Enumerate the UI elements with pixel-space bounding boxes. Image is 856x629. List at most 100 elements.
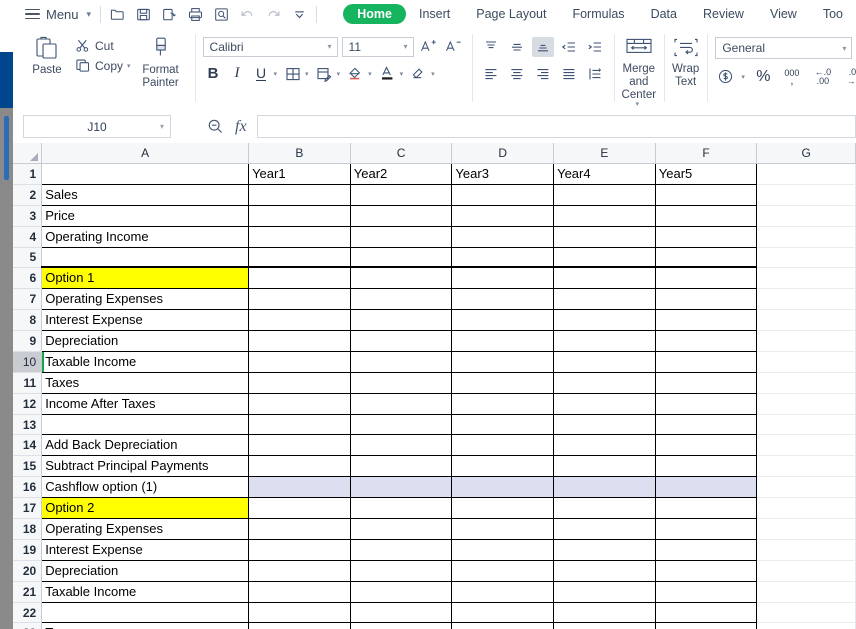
row-header-10[interactable]: 10	[13, 351, 43, 373]
chevron-down-icon[interactable]: ▾	[636, 100, 640, 108]
cell-F1[interactable]: Year5	[655, 163, 758, 185]
increase-indent-button[interactable]	[584, 37, 606, 57]
cell-D18[interactable]	[451, 518, 555, 540]
align-middle-button[interactable]	[506, 37, 528, 57]
cell-D23[interactable]	[451, 622, 555, 629]
cell-F5[interactable]	[655, 247, 758, 268]
cell-C14[interactable]	[350, 434, 453, 456]
column-header-B[interactable]: B	[248, 143, 351, 164]
cell-A9[interactable]: Depreciation	[41, 330, 250, 352]
cell-A1[interactable]	[41, 163, 250, 185]
spreadsheet-grid[interactable]: A B C D E F G 1 Year1 Year2 Year3 Year4 Year5…	[13, 143, 856, 629]
cell-B3[interactable]	[248, 205, 351, 227]
cell-F9[interactable]	[655, 330, 758, 352]
cell-G1[interactable]	[756, 163, 856, 185]
cell-B18[interactable]	[248, 518, 351, 540]
cell-E9[interactable]	[553, 330, 656, 352]
open-folder-icon[interactable]	[110, 7, 125, 22]
cell-B12[interactable]	[248, 393, 351, 415]
tab-insert[interactable]: Insert	[406, 7, 463, 21]
cell-E14[interactable]	[553, 434, 656, 456]
cell-B5[interactable]	[248, 247, 351, 268]
cell-D13[interactable]	[451, 414, 555, 435]
grow-font-button[interactable]	[418, 36, 439, 57]
cell-B21[interactable]	[248, 581, 351, 603]
cell-A13[interactable]	[41, 414, 250, 435]
cell-B10[interactable]	[248, 351, 351, 373]
column-header-C[interactable]: C	[350, 143, 453, 164]
justify-button[interactable]	[558, 64, 580, 84]
cell-A15[interactable]: Subtract Principal Payments	[41, 455, 250, 477]
cell-D9[interactable]	[451, 330, 555, 352]
cell-F20[interactable]	[655, 560, 758, 582]
cell-F7[interactable]	[655, 288, 758, 310]
cell-G23[interactable]	[756, 622, 856, 629]
cell-E13[interactable]	[553, 414, 656, 435]
cell-E3[interactable]	[553, 205, 656, 227]
cell-E2[interactable]	[553, 184, 656, 206]
shrink-font-button[interactable]	[443, 36, 464, 57]
cell-C3[interactable]	[350, 205, 453, 227]
chevron-down-icon[interactable]: ▾	[337, 70, 341, 78]
row-header-17[interactable]: 17	[13, 497, 43, 519]
tab-review[interactable]: Review	[690, 7, 757, 21]
cell-C13[interactable]	[350, 414, 453, 435]
orientation-button[interactable]	[584, 64, 606, 84]
cell-G10[interactable]	[756, 351, 856, 373]
cell-C22[interactable]	[350, 602, 453, 623]
cell-C6[interactable]	[350, 266, 453, 289]
cell-D1[interactable]: Year3	[451, 163, 555, 185]
row-header-8[interactable]: 8	[13, 309, 43, 331]
cell-D10[interactable]	[451, 351, 555, 373]
cell-G8[interactable]	[756, 309, 856, 331]
cell-E4[interactable]	[553, 226, 656, 248]
cell-G9[interactable]	[756, 330, 856, 352]
cell-E22[interactable]	[553, 602, 656, 623]
cell-D5[interactable]	[451, 247, 555, 268]
font-color-button[interactable]	[377, 63, 398, 84]
chevron-down-icon[interactable]: ▾	[431, 70, 435, 78]
cell-B16[interactable]	[248, 476, 351, 498]
cell-B14[interactable]	[248, 434, 351, 456]
cell-A16[interactable]: Cashflow option (1)	[41, 476, 250, 498]
cell-E15[interactable]	[553, 455, 656, 477]
cell-D21[interactable]	[451, 581, 555, 603]
font-family-select[interactable]: Calibri ▾	[202, 36, 338, 57]
formula-input[interactable]	[256, 115, 856, 138]
cell-D2[interactable]	[451, 184, 555, 206]
fill-color-button[interactable]	[345, 63, 366, 84]
column-header-D[interactable]: D	[451, 143, 555, 164]
wrap-text-button[interactable]: Wrap Text	[672, 36, 699, 89]
column-header-F[interactable]: F	[655, 143, 758, 164]
row-header-21[interactable]: 21	[13, 581, 43, 603]
cell-F14[interactable]	[655, 434, 758, 456]
cell-B1[interactable]: Year1	[248, 163, 351, 185]
cell-B23[interactable]	[248, 622, 351, 629]
cell-E21[interactable]	[553, 581, 656, 603]
cell-B7[interactable]	[248, 288, 351, 310]
tab-formulas[interactable]: Formulas	[559, 7, 637, 21]
more-commands-icon[interactable]	[292, 7, 307, 22]
cell-F23[interactable]	[655, 622, 758, 629]
cell-E1[interactable]: Year4	[553, 163, 656, 185]
row-header-1[interactable]: 1	[13, 163, 43, 185]
cell-G19[interactable]	[756, 539, 856, 561]
cell-A6[interactable]: Option 1	[41, 266, 250, 289]
cut-button[interactable]: Cut	[75, 38, 133, 53]
cell-B4[interactable]	[248, 226, 351, 248]
cell-A4[interactable]: Operating Income	[41, 226, 250, 248]
row-header-4[interactable]: 4	[13, 226, 43, 248]
cell-A7[interactable]: Operating Expenses	[41, 288, 250, 310]
cell-C1[interactable]: Year2	[350, 163, 453, 185]
cell-G21[interactable]	[756, 581, 856, 603]
cell-B13[interactable]	[248, 414, 351, 435]
row-header-22[interactable]: 22	[13, 602, 43, 623]
number-format-select[interactable]: General ▾	[715, 37, 853, 59]
cell-G7[interactable]	[756, 288, 856, 310]
cell-F10[interactable]	[655, 351, 758, 373]
tab-tools[interactable]: Too	[810, 7, 856, 21]
cell-A20[interactable]: Depreciation	[41, 560, 250, 582]
align-center-button[interactable]	[506, 64, 528, 84]
cell-E17[interactable]	[553, 497, 656, 519]
cell-D7[interactable]	[451, 288, 555, 310]
